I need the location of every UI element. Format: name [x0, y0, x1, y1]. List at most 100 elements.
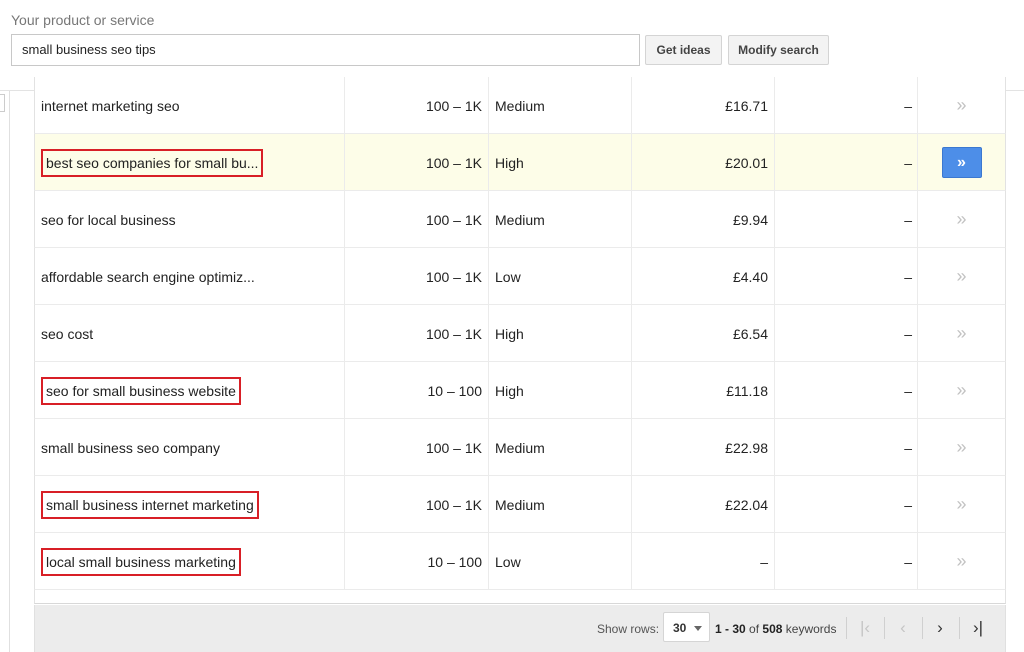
- avg-searches-cell-text: 100 – 1K: [425, 268, 482, 285]
- prev-page-icon[interactable]: ‹: [888, 615, 918, 641]
- last-page-icon[interactable]: ›|: [963, 615, 993, 641]
- ad-impression-share-cell: –: [775, 476, 912, 533]
- add-to-plan-icon[interactable]: »: [956, 209, 966, 230]
- keyword-text: affordable search engine optimiz...: [41, 268, 255, 285]
- add-to-plan-icon[interactable]: »: [956, 551, 966, 572]
- add-to-plan-cell: »: [918, 476, 1005, 533]
- ad-impression-share-cell: –: [775, 305, 912, 362]
- ad-impression-share-cell-text: –: [904, 553, 912, 570]
- suggested-bid-cell: £16.71: [635, 77, 768, 134]
- ad-impression-share-cell: –: [775, 362, 912, 419]
- column-divider: [488, 362, 489, 419]
- suggested-bid-cell-text: £22.98: [725, 439, 768, 456]
- ad-impression-share-cell-text: –: [904, 211, 912, 228]
- pager-divider: [884, 617, 885, 639]
- competition-cell: High: [495, 134, 524, 191]
- range-total: 508: [762, 622, 783, 636]
- avg-searches-cell: 100 – 1K: [345, 191, 482, 248]
- add-to-plan-cell: »: [918, 134, 1005, 191]
- add-to-plan-icon[interactable]: »: [956, 437, 966, 458]
- table-row: small business internet marketing 100 – 1…: [34, 476, 1006, 533]
- competition-cell-text: High: [495, 325, 524, 342]
- keyword-cell: local small business marketing: [41, 533, 241, 590]
- product-search-input[interactable]: small business seo tips: [11, 34, 640, 66]
- product-label: Your product or service: [11, 12, 155, 28]
- column-divider: [488, 305, 489, 362]
- keyword-text: best seo companies for small bu...: [41, 148, 264, 177]
- ad-impression-share-cell: –: [775, 419, 912, 476]
- table-footer-spacer: [34, 590, 1006, 604]
- competition-cell: Medium: [495, 476, 545, 533]
- keyword-cell: best seo companies for small bu...: [41, 134, 264, 191]
- modify-search-button[interactable]: Modify search: [728, 35, 829, 65]
- competition-cell: High: [495, 305, 524, 362]
- suggested-bid-cell-text: £22.04: [725, 496, 768, 513]
- competition-cell-text: Medium: [495, 211, 545, 228]
- competition-cell: Medium: [495, 419, 545, 476]
- ad-impression-share-cell-text: –: [904, 496, 912, 513]
- suggested-bid-cell: £4.40: [635, 248, 768, 305]
- avg-searches-cell-text: 100 – 1K: [425, 211, 482, 228]
- suggested-bid-cell-text: £11.18: [726, 382, 768, 399]
- column-divider: [631, 134, 632, 191]
- keyword-text: small business seo company: [41, 439, 220, 456]
- keyword-text: seo for local business: [41, 211, 176, 228]
- avg-searches-cell: 100 – 1K: [345, 419, 482, 476]
- suggested-bid-cell-text: £4.40: [732, 268, 768, 285]
- competition-cell: Medium: [495, 191, 545, 248]
- add-to-plan-cell: »: [918, 305, 1005, 362]
- avg-searches-cell-text: 100 – 1K: [425, 154, 482, 171]
- side-panel-tab[interactable]: [0, 94, 5, 112]
- add-to-plan-icon[interactable]: »: [956, 494, 966, 515]
- add-to-plan-button[interactable]: »: [941, 147, 982, 178]
- suggested-bid-cell: £22.98: [635, 419, 768, 476]
- add-to-plan-icon[interactable]: »: [956, 266, 966, 287]
- add-to-plan-cell: »: [918, 248, 1005, 305]
- column-divider: [488, 419, 489, 476]
- column-divider: [488, 77, 489, 134]
- keyword-cell: seo for small business website: [41, 362, 241, 419]
- avg-searches-cell-text: 100 – 1K: [425, 325, 482, 342]
- first-page-icon[interactable]: |‹: [850, 615, 880, 641]
- competition-cell-text: Medium: [495, 97, 545, 114]
- competition-cell: Low: [495, 533, 521, 590]
- table-row: seo cost 100 – 1K High £6.54 – »: [34, 305, 1006, 362]
- keyword-cell: small business seo company: [41, 419, 220, 476]
- pager-divider: [922, 617, 923, 639]
- ad-impression-share-cell-text: –: [904, 154, 912, 171]
- table-row: seo for small business website 10 – 100 Hi…: [34, 362, 1006, 419]
- ad-impression-share-cell: –: [775, 134, 912, 191]
- column-divider: [631, 362, 632, 419]
- add-to-plan-cell: »: [918, 419, 1005, 476]
- competition-cell: Low: [495, 248, 521, 305]
- next-page-icon[interactable]: ›: [925, 615, 955, 641]
- add-to-plan-cell: »: [918, 362, 1005, 419]
- ad-impression-share-cell: –: [775, 77, 912, 134]
- table-row: best seo companies for small bu... 100 – …: [34, 134, 1006, 191]
- pagination-bar: Show rows: 30 1 - 30 of 508 keywords |‹ …: [34, 605, 1006, 652]
- competition-cell-text: High: [495, 382, 524, 399]
- get-ideas-button[interactable]: Get ideas: [645, 35, 722, 65]
- add-to-plan-cell: »: [918, 191, 1005, 248]
- add-to-plan-icon[interactable]: »: [956, 323, 966, 344]
- ad-impression-share-cell: –: [775, 191, 912, 248]
- add-to-plan-icon[interactable]: »: [956, 95, 966, 116]
- rows-per-page-value: 30: [673, 621, 687, 635]
- avg-searches-cell: 100 – 1K: [345, 134, 482, 191]
- keyword-text: local small business marketing: [41, 547, 241, 576]
- competition-cell-text: Medium: [495, 496, 545, 513]
- rows-per-page-select[interactable]: 30: [663, 612, 710, 642]
- table-row: small business seo company 100 – 1K Medium…: [34, 419, 1006, 476]
- suggested-bid-cell: –: [635, 533, 768, 590]
- keyword-cell: seo for local business: [41, 191, 176, 248]
- suggested-bid-cell-text: £20.01: [725, 154, 768, 171]
- avg-searches-cell: 100 – 1K: [345, 77, 482, 134]
- ad-impression-share-cell: –: [775, 533, 912, 590]
- column-divider: [488, 191, 489, 248]
- avg-searches-cell: 100 – 1K: [345, 476, 482, 533]
- add-to-plan-icon[interactable]: »: [956, 380, 966, 401]
- column-divider: [631, 533, 632, 590]
- table-row: internet marketing seo 100 – 1K Medium £16.…: [34, 77, 1006, 134]
- avg-searches-cell: 10 – 100: [345, 533, 483, 590]
- suggested-bid-cell: £20.01: [635, 134, 768, 191]
